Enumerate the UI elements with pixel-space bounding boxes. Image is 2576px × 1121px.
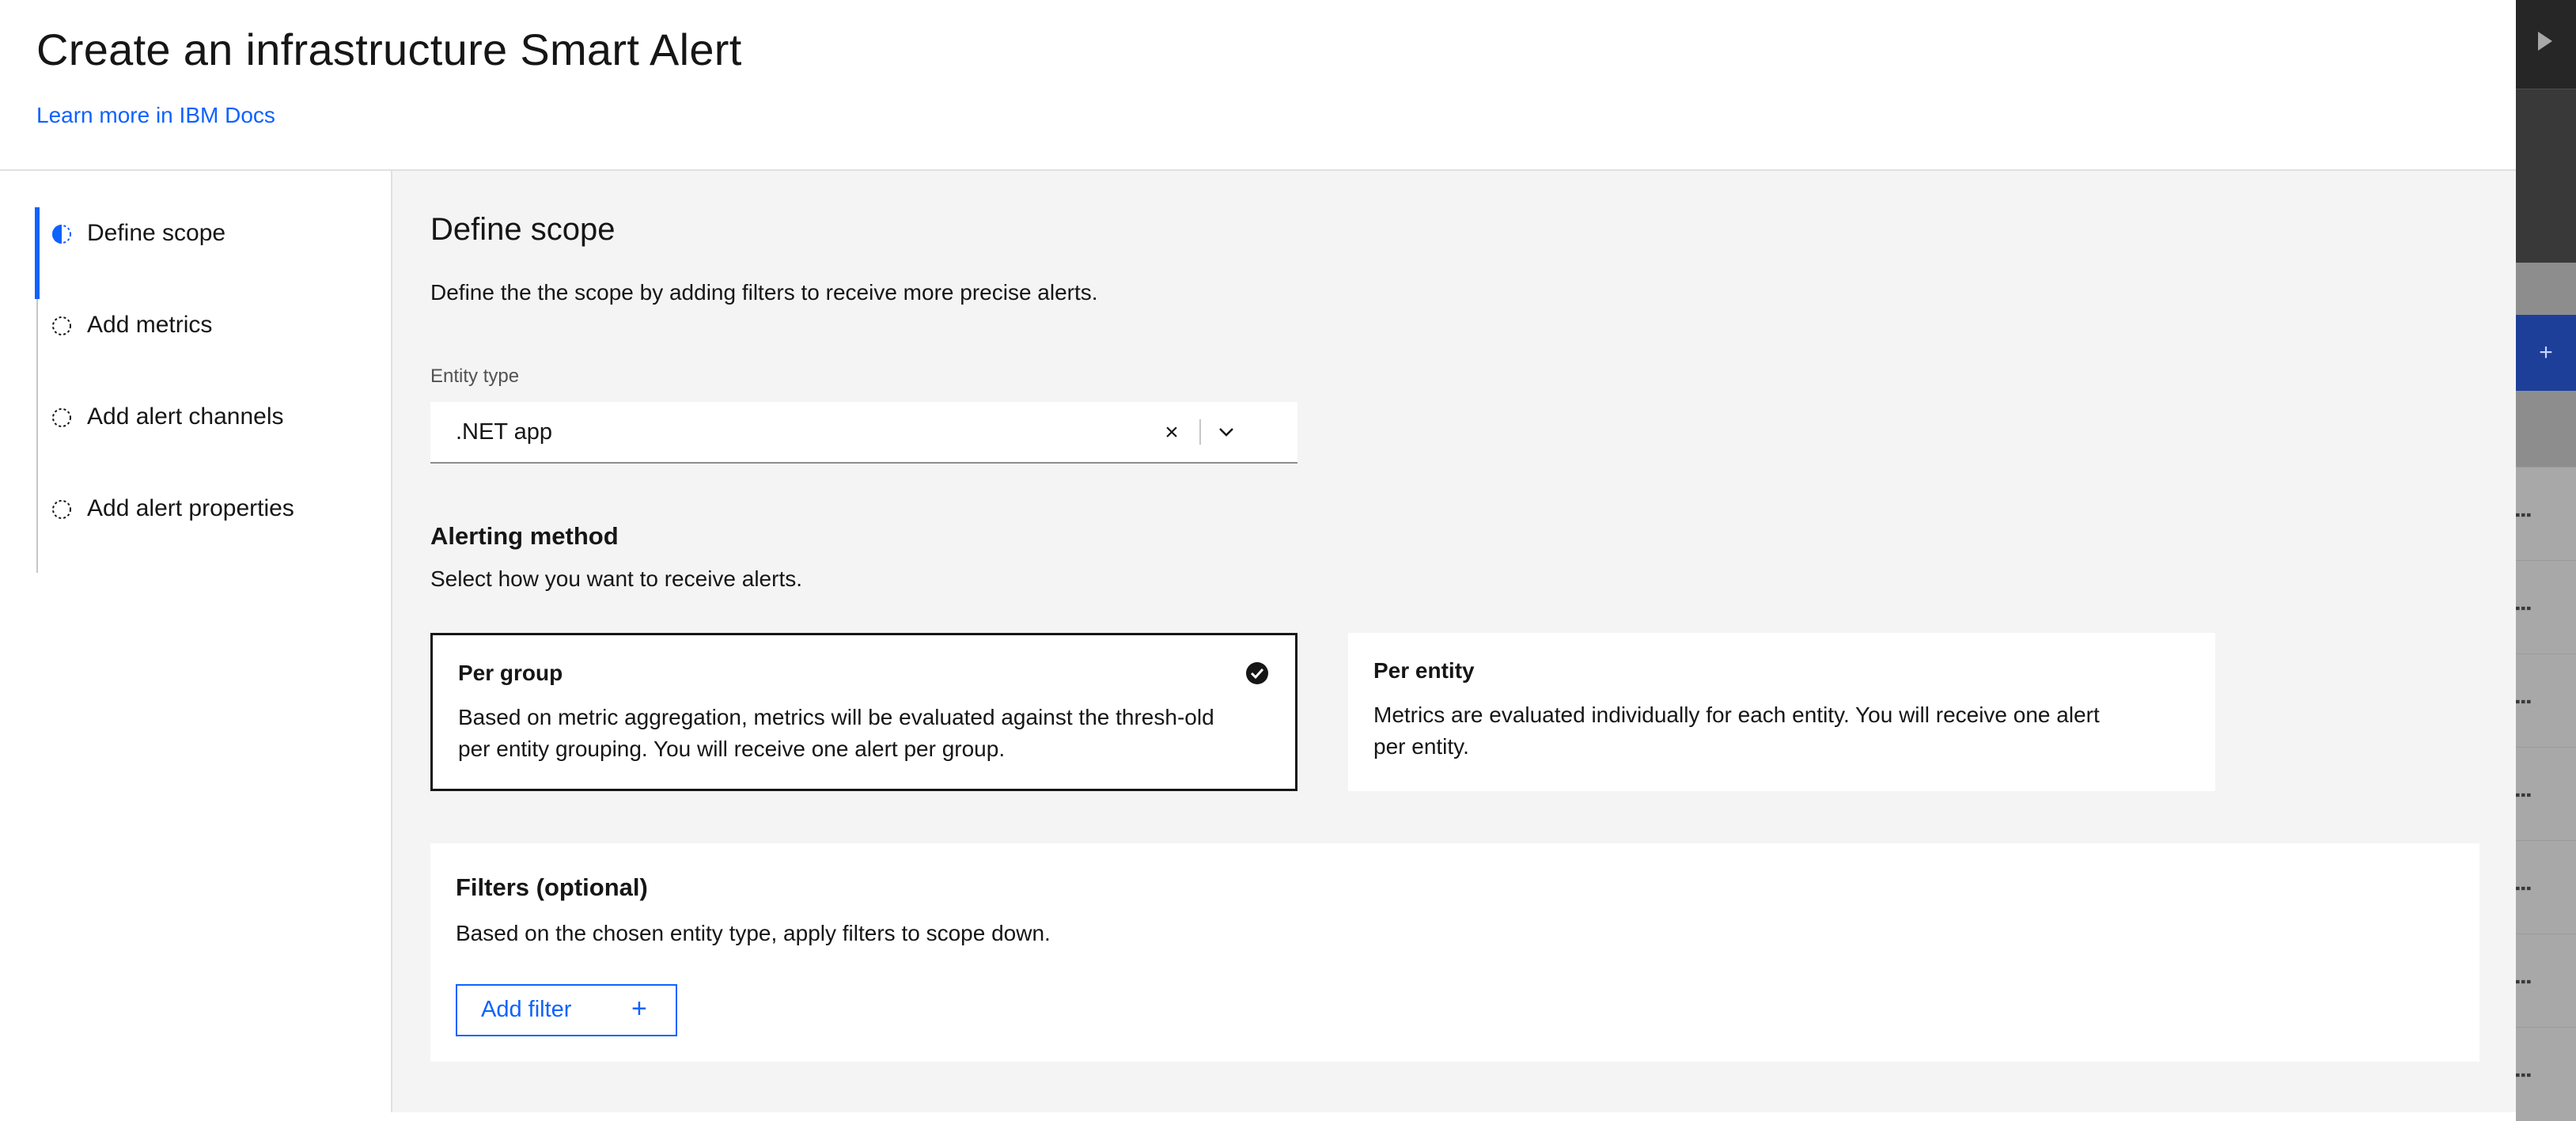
panel-header: Create an infrastructure Smart Alert Lea… (0, 0, 2516, 171)
overflow-menu-icon: ⋮ (2512, 506, 2533, 525)
step-content: Define scope Define the the scope by add… (392, 171, 2516, 1112)
chevron-down-icon[interactable] (1210, 416, 1242, 448)
background-page-strip: + ⋮ ⋮ ⋮ ⋮ ⋮ ⋮ ⋮ (2512, 0, 2576, 1121)
step-incomplete-icon (52, 408, 71, 427)
play-icon (2538, 32, 2552, 51)
close-icon[interactable]: × (1158, 419, 1185, 446)
step-incomplete-icon (52, 316, 71, 335)
overflow-menu-icon: ⋮ (2512, 786, 2533, 805)
tile-per-entity[interactable]: Per entity Metrics are evaluated individ… (1348, 633, 2215, 791)
background-add-button: + (2516, 315, 2576, 391)
background-table-row: ⋮ (2512, 840, 2576, 934)
step-current-icon (52, 225, 71, 244)
entity-type-value: .NET app (456, 419, 552, 445)
step-label: Add metrics (87, 312, 213, 338)
step-label: Add alert channels (87, 403, 284, 430)
step-incomplete-icon (52, 500, 71, 519)
checkmark-filled-icon (1246, 662, 1268, 684)
step-add-metrics[interactable]: Add metrics (51, 299, 383, 391)
tile-per-group[interactable]: Per group Based on metric aggregation, m… (430, 633, 1297, 791)
create-smart-alert-panel: Create an infrastructure Smart Alert Lea… (0, 0, 2516, 1112)
combobox-divider (1199, 419, 1201, 445)
section-description: Define the the scope by adding filters t… (430, 280, 1098, 305)
filters-description: Based on the chosen entity type, apply f… (456, 921, 1051, 945)
page-title: Create an infrastructure Smart Alert (36, 25, 742, 74)
plus-icon: + (2539, 339, 2553, 365)
background-panel (2516, 89, 2576, 263)
overflow-menu-icon: ⋮ (2512, 1066, 2533, 1085)
section-title: Define scope (430, 212, 616, 247)
progress-indicator: Define scope Add metrics Add alert chann… (0, 171, 392, 1112)
background-table-row: ⋮ (2512, 653, 2576, 748)
background-table-row: ⋮ (2512, 1027, 2576, 1121)
background-header-row (2516, 391, 2576, 467)
add-icon: + (631, 994, 647, 1024)
alerting-method-heading: Alerting method (430, 522, 619, 550)
filters-heading: Filters (optional) (456, 873, 648, 901)
tile-body: Based on metric aggregation, metrics wil… (458, 705, 1214, 761)
add-filter-button[interactable]: Add filter + (456, 984, 677, 1036)
background-table-row: ⋮ (2512, 934, 2576, 1028)
step-label: Define scope (87, 220, 226, 246)
overflow-menu-icon: ⋮ (2512, 972, 2533, 991)
background-table-row: ⋮ (2512, 747, 2576, 841)
step-label: Add alert properties (87, 495, 294, 521)
tile-body: Metrics are evaluated individually for e… (1373, 703, 2100, 759)
background-table-row: ⋮ (2512, 467, 2576, 561)
background-bar (2516, 263, 2576, 315)
step-add-alert-channels[interactable]: Add alert channels (51, 391, 383, 483)
tile-title: Per group (458, 661, 563, 685)
tile-title: Per entity (1373, 658, 1475, 683)
progress-active-bar (35, 207, 40, 299)
step-add-alert-properties[interactable]: Add alert properties (51, 483, 383, 574)
overflow-menu-icon: ⋮ (2512, 599, 2533, 618)
entity-type-label: Entity type (430, 365, 520, 387)
step-define-scope[interactable]: Define scope (51, 207, 383, 299)
overflow-menu-icon: ⋮ (2512, 879, 2533, 898)
add-filter-label: Add filter (481, 997, 572, 1022)
learn-more-link[interactable]: Learn more in IBM Docs (36, 103, 275, 128)
alerting-method-description: Select how you want to receive alerts. (430, 566, 803, 591)
background-toolbar (2516, 0, 2576, 89)
background-table-row: ⋮ (2512, 560, 2576, 654)
overflow-menu-icon: ⋮ (2512, 692, 2533, 711)
filters-section: Filters (optional) Based on the chosen e… (430, 843, 2479, 1062)
entity-type-combobox[interactable]: .NET app × (430, 402, 1297, 464)
